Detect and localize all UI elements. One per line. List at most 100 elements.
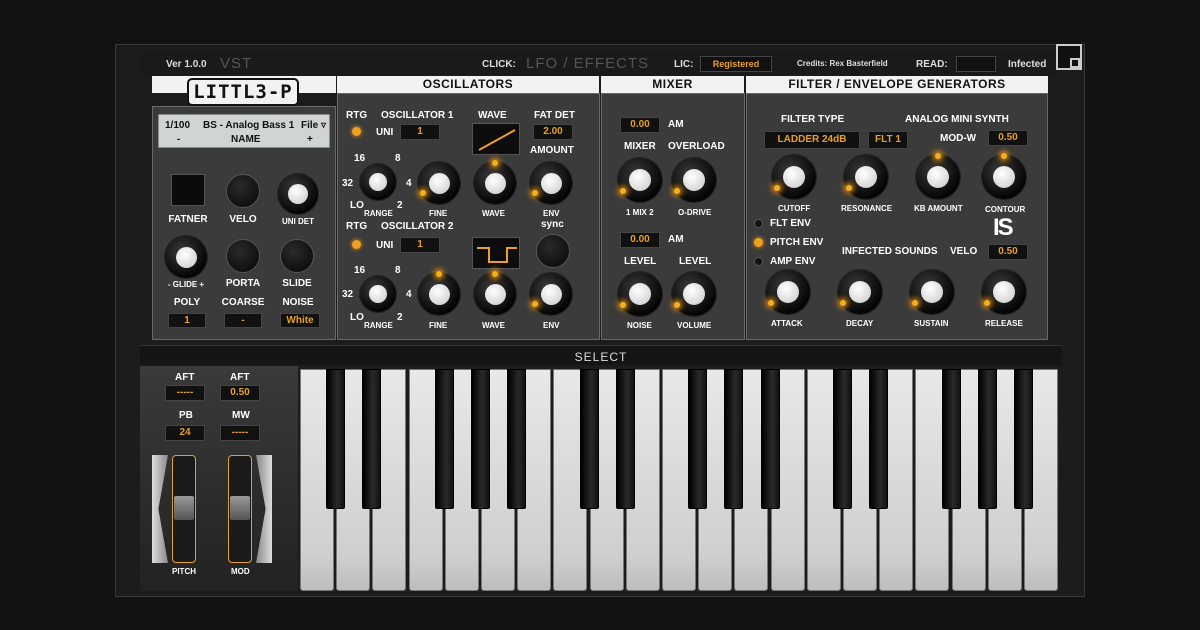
preset-display[interactable]: 1/100 BS - Analog Bass 1 File ▿ - NAME + <box>158 114 330 148</box>
fatner-button[interactable] <box>171 174 205 206</box>
noise-label: NOISE <box>282 297 314 308</box>
contour-knob[interactable] <box>982 153 1026 199</box>
osc1-range-knob[interactable] <box>360 164 396 200</box>
black-key[interactable] <box>434 369 454 509</box>
osc2-rtg-led[interactable] <box>352 240 361 249</box>
preset-number: 1/100 <box>165 120 191 131</box>
modw-value[interactable]: 0.50 <box>988 130 1028 146</box>
overdrive-knob[interactable] <box>672 158 716 202</box>
decay-knob[interactable] <box>838 270 882 314</box>
coarse-label: COARSE <box>221 297 265 308</box>
osc1-title: OSCILLATOR 1 <box>381 110 454 121</box>
attack-knob[interactable] <box>766 270 810 314</box>
release-knob[interactable] <box>982 270 1026 314</box>
osc1-fine-knob[interactable] <box>418 162 460 204</box>
black-key[interactable] <box>615 369 635 509</box>
osc2-env-knob[interactable] <box>530 273 572 315</box>
select-bar[interactable]: SELECT <box>140 345 1062 365</box>
slide-button[interactable] <box>280 239 314 273</box>
am2-value[interactable]: 0.00 <box>620 232 660 248</box>
noise-level-knob[interactable] <box>618 272 662 316</box>
lfo-effects-button[interactable]: LFO / EFFECTS <box>526 55 649 72</box>
osc2-range-16: 16 <box>354 265 366 276</box>
velo-button[interactable] <box>226 174 260 208</box>
preset-prev-button[interactable]: - <box>177 134 180 145</box>
env-amount-knob[interactable] <box>530 162 572 204</box>
aft2-value[interactable]: 0.50 <box>220 385 260 401</box>
window-resize-icon[interactable] <box>1056 44 1082 70</box>
file-menu-button[interactable]: File ▿ <box>301 120 326 131</box>
black-key[interactable] <box>471 369 490 509</box>
osc1-rtg-led[interactable] <box>352 127 361 136</box>
pitch-env-led[interactable] <box>754 238 763 247</box>
osc2-range-8: 8 <box>395 265 401 276</box>
black-key[interactable] <box>869 369 889 509</box>
osc1-wave-knob[interactable] <box>474 160 516 204</box>
osc1-fine-label: FINE <box>429 209 448 218</box>
fat-det-label: FAT DET <box>534 110 575 121</box>
volume-knob[interactable] <box>672 272 716 316</box>
resonance-knob[interactable] <box>844 155 888 199</box>
osc1-saw-wave-icon[interactable] <box>472 123 520 155</box>
sync-button[interactable] <box>536 234 570 268</box>
velo-env-value[interactable]: 0.50 <box>988 244 1028 260</box>
format-label: VST <box>220 55 253 72</box>
black-key[interactable] <box>579 369 599 509</box>
osc2-uni-value[interactable]: 1 <box>400 237 440 253</box>
mix12-knob[interactable] <box>618 158 662 202</box>
osc2-wave-knob[interactable] <box>474 271 516 315</box>
black-key[interactable] <box>760 369 780 509</box>
sustain-knob[interactable] <box>910 270 954 314</box>
amp-env-led[interactable] <box>754 257 763 266</box>
lic-label: LIC: <box>674 59 694 70</box>
black-key[interactable] <box>688 369 708 509</box>
modw-label: MOD-W <box>940 133 977 144</box>
coarse-value[interactable]: - <box>224 313 262 328</box>
slide-label: SLIDE <box>282 278 312 289</box>
osc2-fine-knob[interactable] <box>418 271 460 315</box>
osc1-range-8: 8 <box>395 153 401 164</box>
preset-next-button[interactable]: + <box>307 134 313 145</box>
top-bar: Ver 1.0.0 VST CLICK: LFO / EFFECTS LIC: … <box>140 52 1062 76</box>
black-key[interactable] <box>941 369 961 509</box>
credits-label: Credits: Rex Basterfield <box>797 59 888 68</box>
noise-level-label: LEVEL <box>624 256 657 267</box>
porta-button[interactable] <box>226 239 260 273</box>
filter-slot-select[interactable]: FLT 1 <box>868 131 908 149</box>
osc2-square-wave-icon[interactable] <box>472 237 520 269</box>
glide-knob[interactable] <box>165 236 207 278</box>
black-key[interactable] <box>362 369 382 509</box>
osc2-range-knob[interactable] <box>360 276 396 312</box>
am1-value[interactable]: 0.00 <box>620 117 660 133</box>
pitch-wheel[interactable] <box>172 455 196 563</box>
osc1-uni-value[interactable]: 1 <box>400 124 440 140</box>
black-key[interactable] <box>1014 369 1033 509</box>
poly-value[interactable]: 1 <box>168 313 206 328</box>
pb-value[interactable]: 24 <box>165 425 205 441</box>
black-key[interactable] <box>833 369 852 509</box>
kb-amount-knob[interactable] <box>916 153 960 199</box>
black-key[interactable] <box>326 369 346 509</box>
black-key[interactable] <box>507 369 527 509</box>
keyboard[interactable] <box>300 369 1060 591</box>
analog-mini-synth-label: ANALOG MINI SYNTH <box>905 114 1009 125</box>
filter-type-select[interactable]: LADDER 24dB <box>764 131 860 149</box>
cutoff-knob[interactable] <box>772 155 816 199</box>
mw-value[interactable]: ----- <box>220 425 260 441</box>
uni-det-knob[interactable] <box>278 174 318 214</box>
volume-level-label: LEVEL <box>679 256 712 267</box>
noise-type-value[interactable]: White <box>280 313 320 328</box>
read-display[interactable] <box>956 56 996 72</box>
flt-env-led[interactable] <box>754 219 763 228</box>
aft1-value[interactable]: ----- <box>165 385 205 401</box>
black-key[interactable] <box>724 369 744 509</box>
osc1-range-2: 2 <box>397 200 403 211</box>
mod-wheel[interactable] <box>228 455 252 563</box>
fat-det-value[interactable]: 2.00 <box>533 124 573 140</box>
black-key[interactable] <box>977 369 997 509</box>
osc1-range-lo: LO <box>350 200 364 211</box>
read-label: READ: <box>916 59 948 70</box>
infected-sounds-label: INFECTED SOUNDS <box>842 246 938 257</box>
glide-label: - GLIDE + <box>167 280 205 289</box>
osc1-rtg-label: RTG <box>346 110 368 121</box>
